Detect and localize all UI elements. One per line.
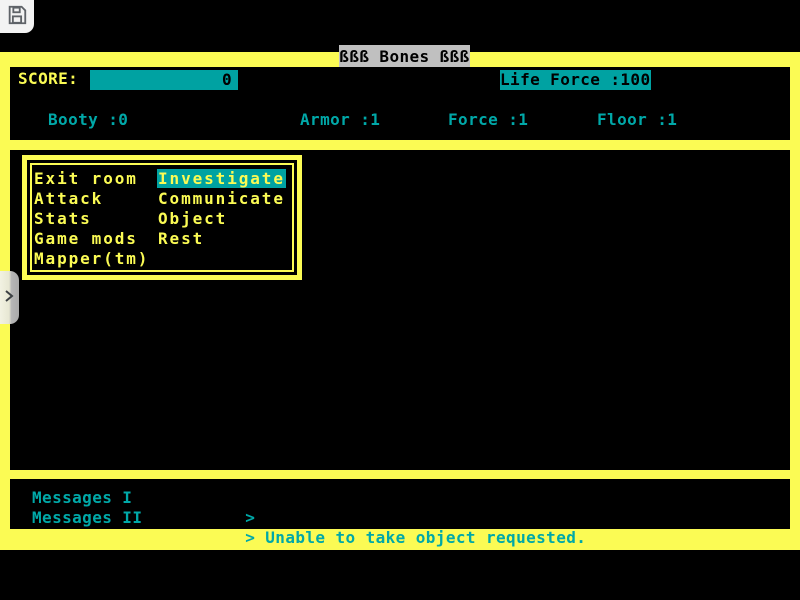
messages-2-line: > Unable to take object requested.	[185, 508, 586, 568]
menu-window-inner: Exit room Attack Stats Game mods Mapper(…	[30, 163, 294, 272]
stat-booty: Booty :0	[48, 110, 128, 130]
menu-window: Exit room Attack Stats Game mods Mapper(…	[22, 155, 302, 280]
menu-item-stats[interactable]: Stats	[34, 209, 92, 229]
stat-force: Force :1	[448, 110, 528, 130]
messages-2-text: Unable to take object requested.	[265, 528, 586, 547]
stat-floor: Floor :1	[597, 110, 677, 130]
menu-item-object[interactable]: Object	[158, 209, 227, 229]
main-panel: Exit room Attack Stats Game mods Mapper(…	[10, 150, 790, 470]
score-label: SCORE:	[18, 69, 78, 89]
score-panel: SCORE: 0 Life Force :100 Booty :0 Armor …	[10, 67, 790, 140]
menu-item-game-mods[interactable]: Game mods	[34, 229, 138, 249]
score-bar: 0	[90, 70, 238, 90]
messages-2-prompt: >	[245, 528, 255, 547]
menu-item-communicate[interactable]: Communicate	[158, 189, 285, 209]
score-value: 0	[222, 70, 232, 89]
messages-2-label: Messages II	[32, 508, 142, 528]
game-screen: ßßß Bones ßßß SCORE: 0 Life Force :100 B…	[0, 0, 800, 600]
menu-item-exit-room[interactable]: Exit room	[34, 169, 138, 189]
chevron-right-icon	[0, 288, 15, 308]
save-button[interactable]	[0, 0, 34, 33]
drawer-toggle[interactable]	[0, 271, 19, 324]
save-icon	[6, 4, 28, 30]
menu-item-investigate[interactable]: Investigate	[158, 169, 286, 189]
messages-1-label: Messages I	[32, 488, 132, 508]
menu-item-rest[interactable]: Rest	[158, 229, 204, 249]
menu-item-mapper[interactable]: Mapper(tm)	[34, 249, 149, 269]
menu-item-attack[interactable]: Attack	[34, 189, 103, 209]
stat-armor: Armor :1	[300, 110, 380, 130]
messages-panel: Messages I > Messages II >Unable to take…	[10, 479, 790, 529]
life-force-badge: Life Force :100	[500, 70, 651, 90]
game-title: ßßß Bones ßßß	[339, 45, 470, 69]
